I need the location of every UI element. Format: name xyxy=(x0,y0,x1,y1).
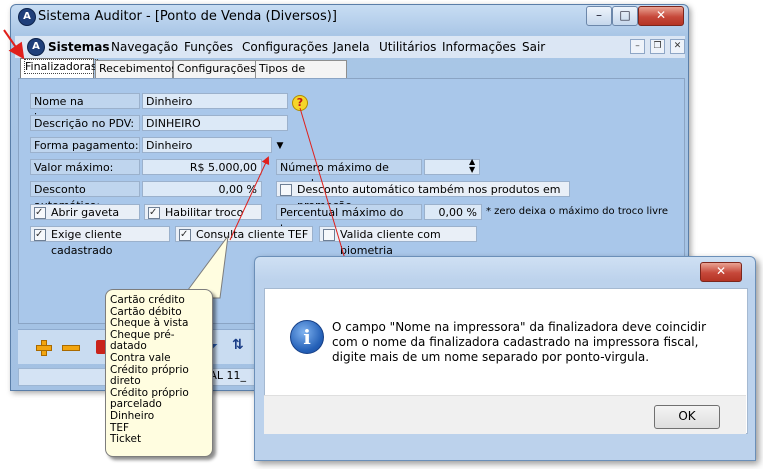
list-item: Cartão crédito xyxy=(110,294,185,306)
arrow-to-tab xyxy=(3,29,25,60)
list-item: direto xyxy=(110,375,141,388)
info-icon: i xyxy=(290,320,324,354)
list-item: Ticket xyxy=(110,433,142,446)
list-item: Cheque pré-datado xyxy=(110,328,175,353)
list-item: Contra vale xyxy=(110,351,171,364)
list-item: Dinheiro xyxy=(110,409,155,422)
dialog-message: O campo "Nome na impressora" da finaliza… xyxy=(332,320,707,364)
payment-types-list: Cartão crédito Cartão débito Cheque à vi… xyxy=(110,294,210,446)
ok-button[interactable]: OK xyxy=(654,405,720,429)
arrow-to-dropdown xyxy=(229,156,270,241)
dialog-close-button[interactable]: ✕ xyxy=(700,262,742,282)
